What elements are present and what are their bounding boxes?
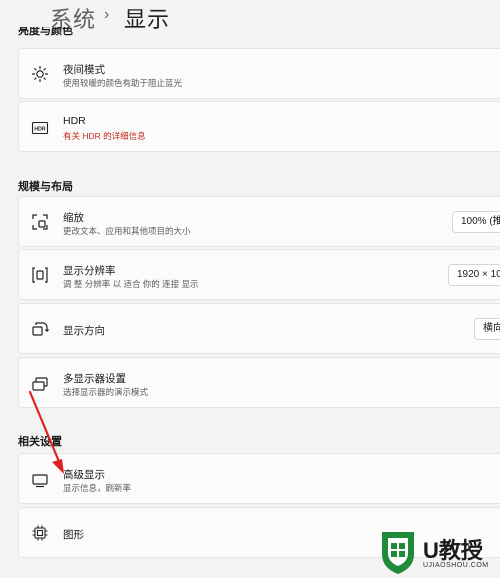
watermark-url: UJIAOSHOU.COM <box>423 562 489 569</box>
watermark-shield-logo <box>382 532 414 574</box>
annotation-arrow <box>28 390 64 474</box>
watermark-brand: U教授 <box>423 538 483 563</box>
